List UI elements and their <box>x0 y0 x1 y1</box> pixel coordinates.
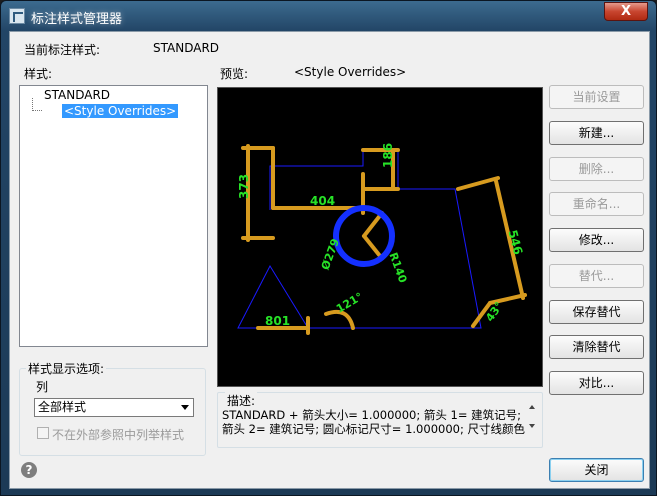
rename-button[interactable]: 重命名... <box>549 192 644 216</box>
dim-279-text: Ø279 <box>319 237 342 272</box>
new-button[interactable]: 新建... <box>549 121 644 145</box>
styles-label: 样式: <box>24 67 53 81</box>
dim-121-text: 121° <box>334 290 365 315</box>
dialog-client: 当前标注样式: STANDARD 样式: 预览: <Style Override… <box>9 31 650 489</box>
tree-connector <box>32 98 42 111</box>
list-select[interactable]: 全部样式 <box>34 398 194 417</box>
delete-button[interactable]: 删除... <box>549 157 644 181</box>
style-item-standard[interactable]: STANDARD <box>44 88 110 102</box>
close-window-button[interactable]: X <box>604 2 648 21</box>
styles-list[interactable]: STANDARD <Style Overrides> <box>19 85 208 347</box>
list-select-value: 全部样式 <box>38 400 87 414</box>
xref-checkbox[interactable] <box>37 427 49 439</box>
clear-override-button[interactable]: 清除替代 <box>549 335 644 359</box>
radius-leader <box>362 211 384 238</box>
xref-checkbox-label: 不在外部参照中列举样式 <box>52 428 185 442</box>
help-icon[interactable]: ? <box>21 462 37 478</box>
description-label: 描述: <box>225 392 258 409</box>
dialog-window: 标注样式管理器 X 当前标注样式: STANDARD 样式: 预览: <Styl… <box>0 0 657 496</box>
current-style-value: STANDARD <box>153 41 220 55</box>
preview-canvas: 373 404 186 546 Ø279 R140 121° 43° 801 <box>217 87 543 387</box>
current-style-label: 当前标注样式: <box>24 43 101 57</box>
window-title: 标注样式管理器 <box>31 12 123 27</box>
dim-546-line <box>456 176 500 191</box>
dim-404-text: 404 <box>310 194 335 208</box>
set-current-button[interactable]: 当前设置 <box>549 85 644 109</box>
display-options-legend: 样式显示选项: <box>26 360 107 377</box>
dim-186-text: 186 <box>381 143 395 168</box>
dim-43-text: 43° <box>483 300 506 325</box>
scroll-down-icon[interactable] <box>529 424 535 428</box>
dim-373-text: 373 <box>237 174 251 199</box>
preview-drawing: 373 404 186 546 Ø279 R140 121° 43° 801 <box>237 143 527 335</box>
description-text: STANDARD + 箭头大小= 1.000000; 箭头 1= 建筑记号; 箭… <box>222 408 525 436</box>
app-icon <box>9 8 25 24</box>
description-scrollbar[interactable] <box>526 402 538 440</box>
preview-label: 预览: <box>220 67 249 81</box>
style-item-overrides[interactable]: <Style Overrides> <box>62 104 179 118</box>
modify-button[interactable]: 修改... <box>549 228 644 252</box>
scroll-up-icon[interactable] <box>529 405 535 409</box>
override-button[interactable]: 替代... <box>549 264 644 288</box>
dim-546-text: 546 <box>505 228 525 256</box>
dim-801-text: 801 <box>265 314 290 328</box>
radius-leader2 <box>362 234 382 258</box>
close-button[interactable]: 关闭 <box>549 458 644 482</box>
chevron-down-icon <box>181 405 189 410</box>
save-override-button[interactable]: 保存替代 <box>549 300 644 324</box>
dim-140-text: R140 <box>386 251 409 285</box>
list-label: 列 <box>36 380 49 394</box>
compare-button[interactable]: 对比... <box>549 371 644 395</box>
title-bar: 标注样式管理器 X <box>1 1 656 31</box>
preview-style-name: <Style Overrides> <box>294 65 407 79</box>
dim-lines <box>241 144 527 335</box>
